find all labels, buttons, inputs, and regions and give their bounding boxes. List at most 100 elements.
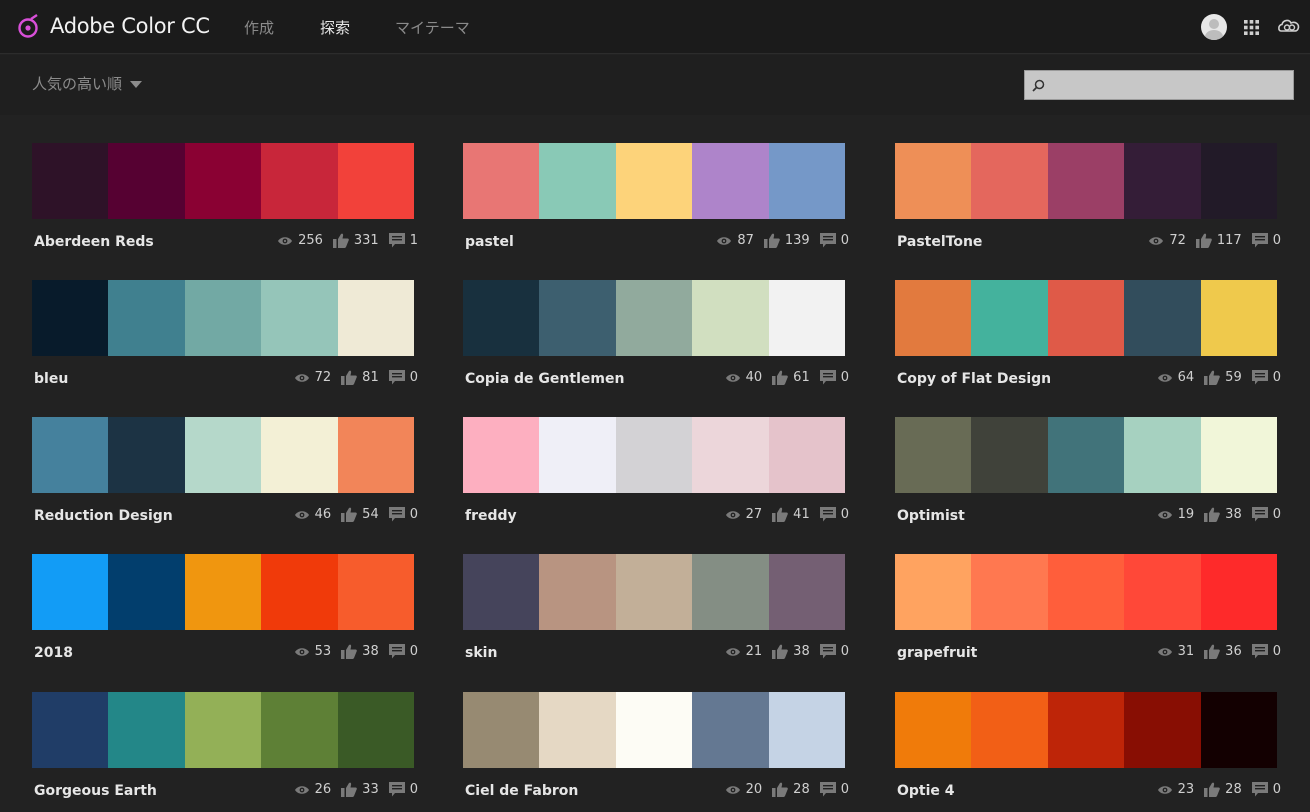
theme-name[interactable]: PastelTone [897, 234, 982, 250]
color-swatch[interactable] [895, 554, 972, 630]
color-swatch[interactable] [108, 692, 185, 768]
color-swatches[interactable] [32, 280, 415, 356]
thumbs-up-icon[interactable] [332, 233, 349, 248]
comment-icon[interactable] [388, 233, 405, 248]
color-swatch[interactable] [692, 554, 769, 630]
color-swatch[interactable] [1124, 554, 1201, 630]
color-swatch[interactable] [539, 692, 616, 768]
color-swatches[interactable] [463, 692, 846, 768]
color-swatch[interactable] [337, 554, 415, 630]
color-swatch[interactable] [1124, 692, 1201, 768]
color-swatch[interactable] [32, 554, 109, 630]
comment-icon[interactable] [388, 507, 405, 522]
color-swatch[interactable] [615, 554, 693, 630]
thumbs-up-icon[interactable] [341, 370, 358, 385]
theme-name[interactable]: Optie 4 [897, 783, 955, 799]
color-swatch[interactable] [261, 143, 338, 219]
color-swatch[interactable] [32, 280, 109, 356]
color-swatch[interactable] [1047, 692, 1125, 768]
search-input[interactable] [1049, 71, 1289, 99]
thumbs-up-icon[interactable] [1204, 507, 1221, 522]
theme-card[interactable]: Optie 4 23 28 0 [895, 692, 1281, 812]
color-swatch[interactable] [539, 280, 616, 356]
thumbs-up-icon[interactable] [772, 782, 789, 797]
theme-name[interactable]: freddy [465, 508, 517, 524]
color-swatch[interactable] [1200, 280, 1278, 356]
color-swatch[interactable] [261, 554, 338, 630]
color-swatch[interactable] [463, 554, 540, 630]
color-swatch[interactable] [692, 692, 769, 768]
apps-grid-icon[interactable] [1244, 20, 1259, 35]
color-swatches[interactable] [463, 417, 846, 493]
color-swatch[interactable] [261, 692, 338, 768]
color-swatch[interactable] [768, 417, 846, 493]
color-swatches[interactable] [895, 143, 1278, 219]
thumbs-up-icon[interactable] [1195, 233, 1212, 248]
color-swatch[interactable] [1124, 280, 1201, 356]
color-swatch[interactable] [971, 692, 1048, 768]
color-swatch[interactable] [32, 143, 109, 219]
theme-card[interactable]: freddy 27 41 0 [463, 417, 849, 537]
color-swatch[interactable] [1047, 280, 1125, 356]
theme-name[interactable]: 2018 [34, 645, 73, 661]
thumbs-up-icon[interactable] [1204, 644, 1221, 659]
thumbs-up-icon[interactable] [341, 644, 358, 659]
color-swatch[interactable] [539, 417, 616, 493]
nav-create[interactable]: 作成 [244, 17, 274, 38]
color-swatch[interactable] [108, 554, 185, 630]
thumbs-up-icon[interactable] [1204, 782, 1221, 797]
color-swatch[interactable] [108, 417, 185, 493]
thumbs-up-icon[interactable] [772, 644, 789, 659]
color-swatch[interactable] [895, 417, 972, 493]
theme-card[interactable]: Copy of Flat Design 64 59 0 [895, 280, 1281, 400]
color-swatch[interactable] [539, 554, 616, 630]
color-swatch[interactable] [1200, 554, 1278, 630]
color-swatch[interactable] [971, 143, 1048, 219]
comment-icon[interactable] [1251, 782, 1268, 797]
theme-name[interactable]: Reduction Design [34, 508, 173, 524]
color-swatch[interactable] [615, 280, 693, 356]
color-swatches[interactable] [895, 692, 1278, 768]
color-swatch[interactable] [261, 417, 338, 493]
color-swatches[interactable] [463, 554, 846, 630]
color-swatch[interactable] [971, 417, 1048, 493]
creative-cloud-icon[interactable] [1277, 15, 1301, 39]
color-swatch[interactable] [463, 280, 540, 356]
theme-card[interactable]: Ciel de Fabron 20 28 0 [463, 692, 849, 812]
theme-card[interactable]: Optimist 19 38 0 [895, 417, 1281, 537]
color-swatches[interactable] [895, 417, 1278, 493]
theme-name[interactable]: skin [465, 645, 497, 661]
color-swatches[interactable] [32, 417, 415, 493]
color-swatch[interactable] [895, 692, 972, 768]
color-swatch[interactable] [1124, 417, 1201, 493]
color-swatches[interactable] [463, 280, 846, 356]
theme-card[interactable]: 2018 53 38 0 [32, 554, 418, 674]
theme-card[interactable]: Gorgeous Earth 26 33 0 [32, 692, 418, 812]
thumbs-up-icon[interactable] [772, 507, 789, 522]
color-swatch[interactable] [971, 280, 1048, 356]
thumbs-up-icon[interactable] [341, 782, 358, 797]
color-swatch[interactable] [337, 280, 415, 356]
search-box[interactable] [1024, 70, 1294, 100]
theme-name[interactable]: Gorgeous Earth [34, 783, 157, 799]
adobe-color-logo-icon[interactable] [16, 14, 42, 40]
color-swatch[interactable] [1200, 417, 1278, 493]
theme-name[interactable]: pastel [465, 234, 514, 250]
color-swatch[interactable] [32, 417, 109, 493]
nav-my-themes[interactable]: マイテーマ [395, 17, 470, 38]
color-swatch[interactable] [768, 280, 846, 356]
color-swatch[interactable] [692, 280, 769, 356]
color-swatches[interactable] [32, 692, 415, 768]
sort-dropdown[interactable]: 人気の高い順 [32, 73, 143, 94]
color-swatches[interactable] [895, 554, 1278, 630]
app-title[interactable]: Adobe Color CC [50, 14, 210, 38]
color-swatch[interactable] [108, 280, 185, 356]
color-swatch[interactable] [768, 692, 846, 768]
color-swatches[interactable] [895, 280, 1278, 356]
color-swatch[interactable] [261, 280, 338, 356]
theme-name[interactable]: Ciel de Fabron [465, 783, 578, 799]
color-swatch[interactable] [615, 143, 693, 219]
color-swatch[interactable] [184, 692, 262, 768]
theme-card[interactable]: pastel 87 139 0 [463, 143, 849, 263]
comment-icon[interactable] [388, 782, 405, 797]
